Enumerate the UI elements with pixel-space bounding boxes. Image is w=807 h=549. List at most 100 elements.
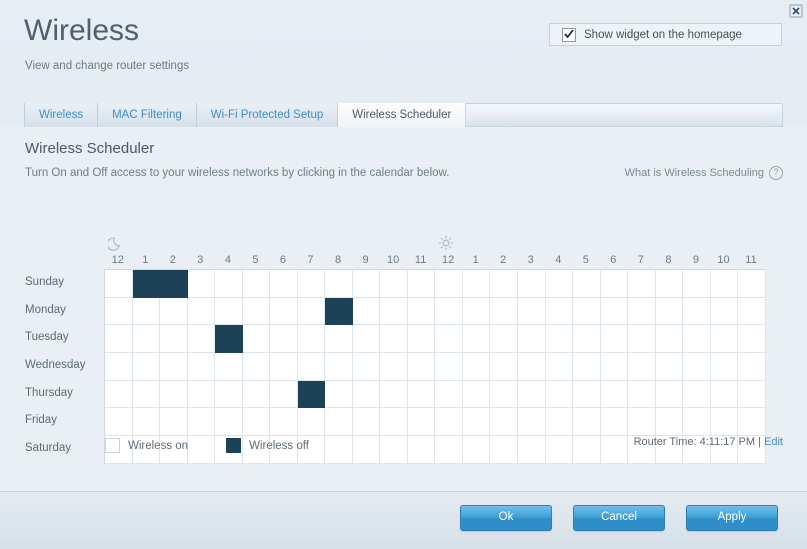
schedule-cell-monday-22[interactable]	[710, 297, 739, 326]
schedule-cell-friday-20[interactable]	[655, 408, 684, 437]
schedule-cell-thursday-18[interactable]	[600, 380, 629, 409]
schedule-cell-friday-0[interactable]	[105, 408, 133, 437]
schedule-cell-sunday-22[interactable]	[710, 270, 739, 298]
schedule-cell-tuesday-21[interactable]	[683, 325, 711, 354]
schedule-cell-wednesday-22[interactable]	[710, 353, 739, 381]
schedule-cell-tuesday-10[interactable]	[380, 325, 408, 354]
schedule-cell-monday-6[interactable]	[270, 297, 298, 326]
schedule-cell-wednesday-2[interactable]	[160, 353, 188, 381]
schedule-cell-wednesday-4[interactable]	[215, 353, 243, 381]
schedule-cell-wednesday-10[interactable]	[380, 353, 408, 381]
checkbox-box[interactable]	[562, 27, 576, 42]
schedule-cell-monday-0[interactable]	[105, 297, 133, 326]
schedule-cell-thursday-15[interactable]	[517, 380, 546, 409]
schedule-cell-tuesday-11[interactable]	[407, 325, 436, 354]
schedule-cell-tuesday-13[interactable]	[462, 325, 491, 354]
schedule-cell-friday-19[interactable]	[628, 408, 656, 437]
schedule-cell-tuesday-5[interactable]	[242, 325, 271, 354]
schedule-cell-tuesday-3[interactable]	[187, 325, 216, 354]
schedule-cell-sunday-13[interactable]	[462, 270, 491, 298]
schedule-cell-wednesday-8[interactable]	[325, 353, 353, 381]
schedule-cell-wednesday-19[interactable]	[628, 353, 656, 381]
schedule-cell-sunday-20[interactable]	[655, 270, 684, 298]
schedule-cell-thursday-1[interactable]	[132, 380, 161, 409]
schedule-cell-wednesday-20[interactable]	[655, 353, 684, 381]
schedule-cell-friday-8[interactable]	[325, 408, 353, 437]
question-mark-icon[interactable]: ?	[769, 166, 783, 180]
schedule-cell-sunday-11[interactable]	[407, 270, 436, 298]
schedule-cell-tuesday-6[interactable]	[270, 325, 298, 354]
schedule-cell-tuesday-20[interactable]	[655, 325, 684, 354]
schedule-cell-tuesday-22[interactable]	[710, 325, 739, 354]
schedule-cell-thursday-7[interactable]	[297, 380, 326, 409]
schedule-cell-wednesday-17[interactable]	[573, 353, 601, 381]
schedule-cell-thursday-19[interactable]	[628, 380, 656, 409]
schedule-cell-sunday-8[interactable]	[325, 270, 353, 298]
schedule-cell-friday-9[interactable]	[352, 408, 381, 437]
tab-wi-fi-protected-setup[interactable]: Wi-Fi Protected Setup	[196, 103, 339, 127]
schedule-cell-friday-1[interactable]	[132, 408, 161, 437]
schedule-cell-wednesday-7[interactable]	[297, 353, 326, 381]
schedule-cell-thursday-5[interactable]	[242, 380, 271, 409]
schedule-cell-wednesday-23[interactable]	[738, 353, 766, 381]
schedule-cell-sunday-6[interactable]	[270, 270, 298, 298]
schedule-cell-friday-5[interactable]	[242, 408, 271, 437]
schedule-cell-monday-20[interactable]	[655, 297, 684, 326]
schedule-cell-friday-12[interactable]	[435, 408, 463, 437]
schedule-cell-friday-2[interactable]	[160, 408, 188, 437]
schedule-cell-tuesday-16[interactable]	[545, 325, 574, 354]
schedule-cell-sunday-7[interactable]	[297, 270, 326, 298]
schedule-cell-monday-13[interactable]	[462, 297, 491, 326]
schedule-cell-monday-7[interactable]	[297, 297, 326, 326]
schedule-cell-saturday-11[interactable]	[407, 436, 436, 464]
schedule-cell-wednesday-3[interactable]	[187, 353, 216, 381]
schedule-cell-wednesday-15[interactable]	[517, 353, 546, 381]
schedule-cell-tuesday-19[interactable]	[628, 325, 656, 354]
schedule-cell-friday-6[interactable]	[270, 408, 298, 437]
schedule-cell-sunday-14[interactable]	[490, 270, 518, 298]
schedule-cell-sunday-9[interactable]	[352, 270, 381, 298]
schedule-cell-tuesday-12[interactable]	[435, 325, 463, 354]
schedule-cell-friday-14[interactable]	[490, 408, 518, 437]
schedule-cell-friday-21[interactable]	[683, 408, 711, 437]
schedule-cell-thursday-16[interactable]	[545, 380, 574, 409]
schedule-cell-sunday-10[interactable]	[380, 270, 408, 298]
schedule-cell-thursday-2[interactable]	[160, 380, 188, 409]
router-time-edit-link[interactable]: Edit	[764, 436, 783, 448]
schedule-cell-sunday-19[interactable]	[628, 270, 656, 298]
schedule-cell-thursday-13[interactable]	[462, 380, 491, 409]
schedule-cell-thursday-8[interactable]	[325, 380, 353, 409]
schedule-cell-monday-19[interactable]	[628, 297, 656, 326]
schedule-cell-friday-16[interactable]	[545, 408, 574, 437]
schedule-cell-saturday-17[interactable]	[573, 436, 601, 464]
schedule-cell-sunday-16[interactable]	[545, 270, 574, 298]
schedule-cell-monday-8[interactable]	[325, 297, 353, 326]
schedule-cell-wednesday-11[interactable]	[407, 353, 436, 381]
show-widget-checkbox[interactable]: Show widget on the homepage	[549, 23, 782, 46]
schedule-cell-sunday-5[interactable]	[242, 270, 271, 298]
schedule-cell-thursday-17[interactable]	[573, 380, 601, 409]
schedule-cell-friday-15[interactable]	[517, 408, 546, 437]
schedule-cell-monday-18[interactable]	[600, 297, 629, 326]
schedule-cell-friday-13[interactable]	[462, 408, 491, 437]
schedule-cell-wednesday-0[interactable]	[105, 353, 133, 381]
schedule-cell-thursday-4[interactable]	[215, 380, 243, 409]
schedule-cell-friday-17[interactable]	[573, 408, 601, 437]
schedule-cell-tuesday-23[interactable]	[738, 325, 766, 354]
schedule-cell-thursday-6[interactable]	[270, 380, 298, 409]
schedule-cell-friday-22[interactable]	[710, 408, 739, 437]
schedule-cell-sunday-4[interactable]	[215, 270, 243, 298]
schedule-cell-wednesday-18[interactable]	[600, 353, 629, 381]
schedule-cell-tuesday-9[interactable]	[352, 325, 381, 354]
schedule-cell-thursday-14[interactable]	[490, 380, 518, 409]
wireless-scheduling-help-link[interactable]: What is Wireless Scheduling ?	[625, 166, 783, 180]
tab-wireless-scheduler[interactable]: Wireless Scheduler	[338, 103, 467, 127]
schedule-cell-sunday-2[interactable]	[160, 270, 188, 298]
schedule-cell-monday-17[interactable]	[573, 297, 601, 326]
schedule-cell-saturday-15[interactable]	[517, 436, 546, 464]
schedule-cell-monday-5[interactable]	[242, 297, 271, 326]
schedule-cell-thursday-20[interactable]	[655, 380, 684, 409]
schedule-cell-friday-10[interactable]	[380, 408, 408, 437]
schedule-cell-tuesday-15[interactable]	[517, 325, 546, 354]
schedule-cell-friday-4[interactable]	[215, 408, 243, 437]
